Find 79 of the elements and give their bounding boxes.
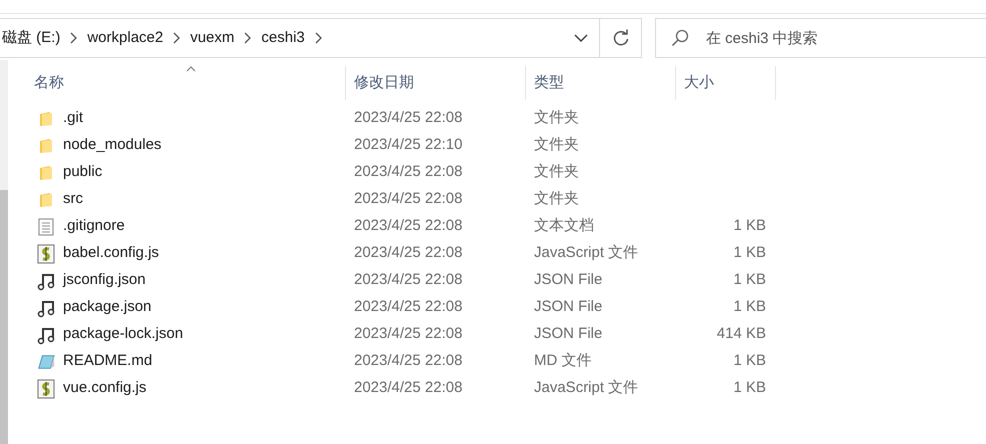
file-size: 414 KB	[716, 324, 766, 344]
address-bar[interactable]: 磁盘 (E:) workplace2 vuexm ceshi3	[0, 18, 642, 58]
breadcrumb-item[interactable]: 磁盘 (E:)	[2, 26, 60, 50]
column-header[interactable]: 大小	[676, 66, 776, 100]
file-type: 文件夹	[533, 162, 580, 182]
file-name: .git	[63, 108, 84, 128]
column-header[interactable]: 修改日期	[346, 66, 526, 100]
search-field[interactable]: 在 ceshi3 中搜索	[655, 18, 986, 58]
document-icon	[38, 218, 54, 236]
modified-date: 2023/4/25 22:08	[353, 108, 464, 128]
chevron-right-icon[interactable]	[173, 32, 180, 44]
file-type: JavaScript 文件	[533, 378, 640, 398]
file-type: 文件夹	[533, 108, 580, 128]
modified-date: 2023/4/25 22:08	[353, 270, 464, 290]
chevron-down-icon	[574, 34, 588, 42]
breadcrumb-item[interactable]: vuexm	[190, 26, 234, 50]
file-name: .gitignore	[63, 216, 125, 236]
script-file-icon	[37, 378, 55, 398]
search-icon	[671, 29, 689, 47]
file-row[interactable]: package.json 2023/4/25 22:08 JSON File 1 KB	[26, 294, 986, 321]
chevron-right-icon[interactable]	[314, 32, 322, 44]
file-row[interactable]: babel.config.js 2023/4/25 22:08 JavaScript 文件 1 KB	[26, 240, 986, 267]
file-name: node_modules	[63, 135, 162, 156]
modified-date: 2023/4/25 22:08	[353, 378, 464, 398]
file-type: JSON File	[533, 297, 604, 318]
file-size: 1 KB	[733, 216, 766, 236]
chevron-right-icon[interactable]	[244, 32, 252, 44]
file-type: MD 文件	[533, 351, 592, 372]
breadcrumb-item[interactable]: workplace2	[87, 26, 164, 50]
file-name: package-lock.json	[63, 324, 184, 344]
modified-date: 2023/4/25 22:10	[353, 135, 464, 156]
modified-date: 2023/4/25 22:08	[353, 297, 464, 318]
column-header[interactable]: 类型	[526, 66, 676, 100]
file-type: JavaScript 文件	[533, 243, 640, 264]
file-size: 1 KB	[733, 378, 766, 398]
file-type: 文件夹	[533, 135, 580, 156]
file-name: babel.config.js	[63, 243, 159, 264]
file-row[interactable]: README.md 2023/4/25 22:08 MD 文件 1 KB	[26, 348, 986, 375]
modified-date: 2023/4/25 22:08	[353, 216, 464, 236]
file-name: public	[63, 162, 102, 182]
file-row[interactable]: .gitignore 2023/4/25 22:08 文本文档 1 KB	[26, 213, 986, 240]
chevron-right-icon[interactable]	[70, 32, 78, 44]
file-name: package.json	[63, 297, 152, 318]
file-row[interactable]: package-lock.json 2023/4/25 22:08 JSON File 414 KB	[26, 321, 986, 348]
file-type: 文件夹	[533, 189, 580, 210]
file-type: JSON File	[533, 270, 604, 290]
modified-date: 2023/4/25 22:08	[353, 189, 464, 210]
file-row[interactable]: src 2023/4/25 22:08 文件夹	[26, 186, 986, 213]
file-size: 1 KB	[733, 243, 766, 264]
sort-ascending-icon	[186, 66, 196, 72]
folder-icon	[39, 138, 53, 154]
folder-icon	[39, 110, 53, 126]
modified-date: 2023/4/25 22:08	[353, 351, 464, 372]
scrollbar[interactable]	[0, 60, 8, 444]
file-row[interactable]: node_modules 2023/4/25 22:10 文件夹	[26, 132, 986, 159]
file-type: 文本文档	[533, 216, 595, 236]
modified-date: 2023/4/25 22:08	[353, 162, 464, 182]
file-row[interactable]: public 2023/4/25 22:08 文件夹	[26, 159, 986, 186]
folder-icon	[39, 164, 53, 180]
file-row[interactable]: vue.config.js 2023/4/25 22:08 JavaScript 文件 1 KB	[26, 375, 986, 402]
file-type: JSON File	[533, 324, 604, 344]
modified-date: 2023/4/25 22:08	[353, 324, 464, 344]
refresh-icon	[612, 29, 630, 47]
file-size: 1 KB	[733, 297, 766, 318]
scrollbar-thumb[interactable]	[0, 190, 8, 444]
file-size: 1 KB	[733, 351, 766, 372]
notepad-icon	[37, 352, 55, 370]
file-name: README.md	[63, 351, 152, 372]
column-header[interactable]: 名称	[26, 66, 346, 100]
file-name: jsconfig.json	[63, 270, 146, 290]
breadcrumb-item[interactable]: ceshi3	[261, 26, 305, 50]
script-file-icon	[37, 244, 55, 264]
file-size: 1 KB	[733, 270, 766, 290]
file-name: vue.config.js	[63, 378, 146, 398]
file-row[interactable]: .git 2023/4/25 22:08 文件夹	[26, 105, 986, 132]
folder-icon	[39, 192, 53, 208]
file-row[interactable]: jsconfig.json 2023/4/25 22:08 JSON File 1 KB	[26, 267, 986, 294]
modified-date: 2023/4/25 22:08	[353, 243, 464, 264]
file-name: src	[63, 189, 83, 210]
